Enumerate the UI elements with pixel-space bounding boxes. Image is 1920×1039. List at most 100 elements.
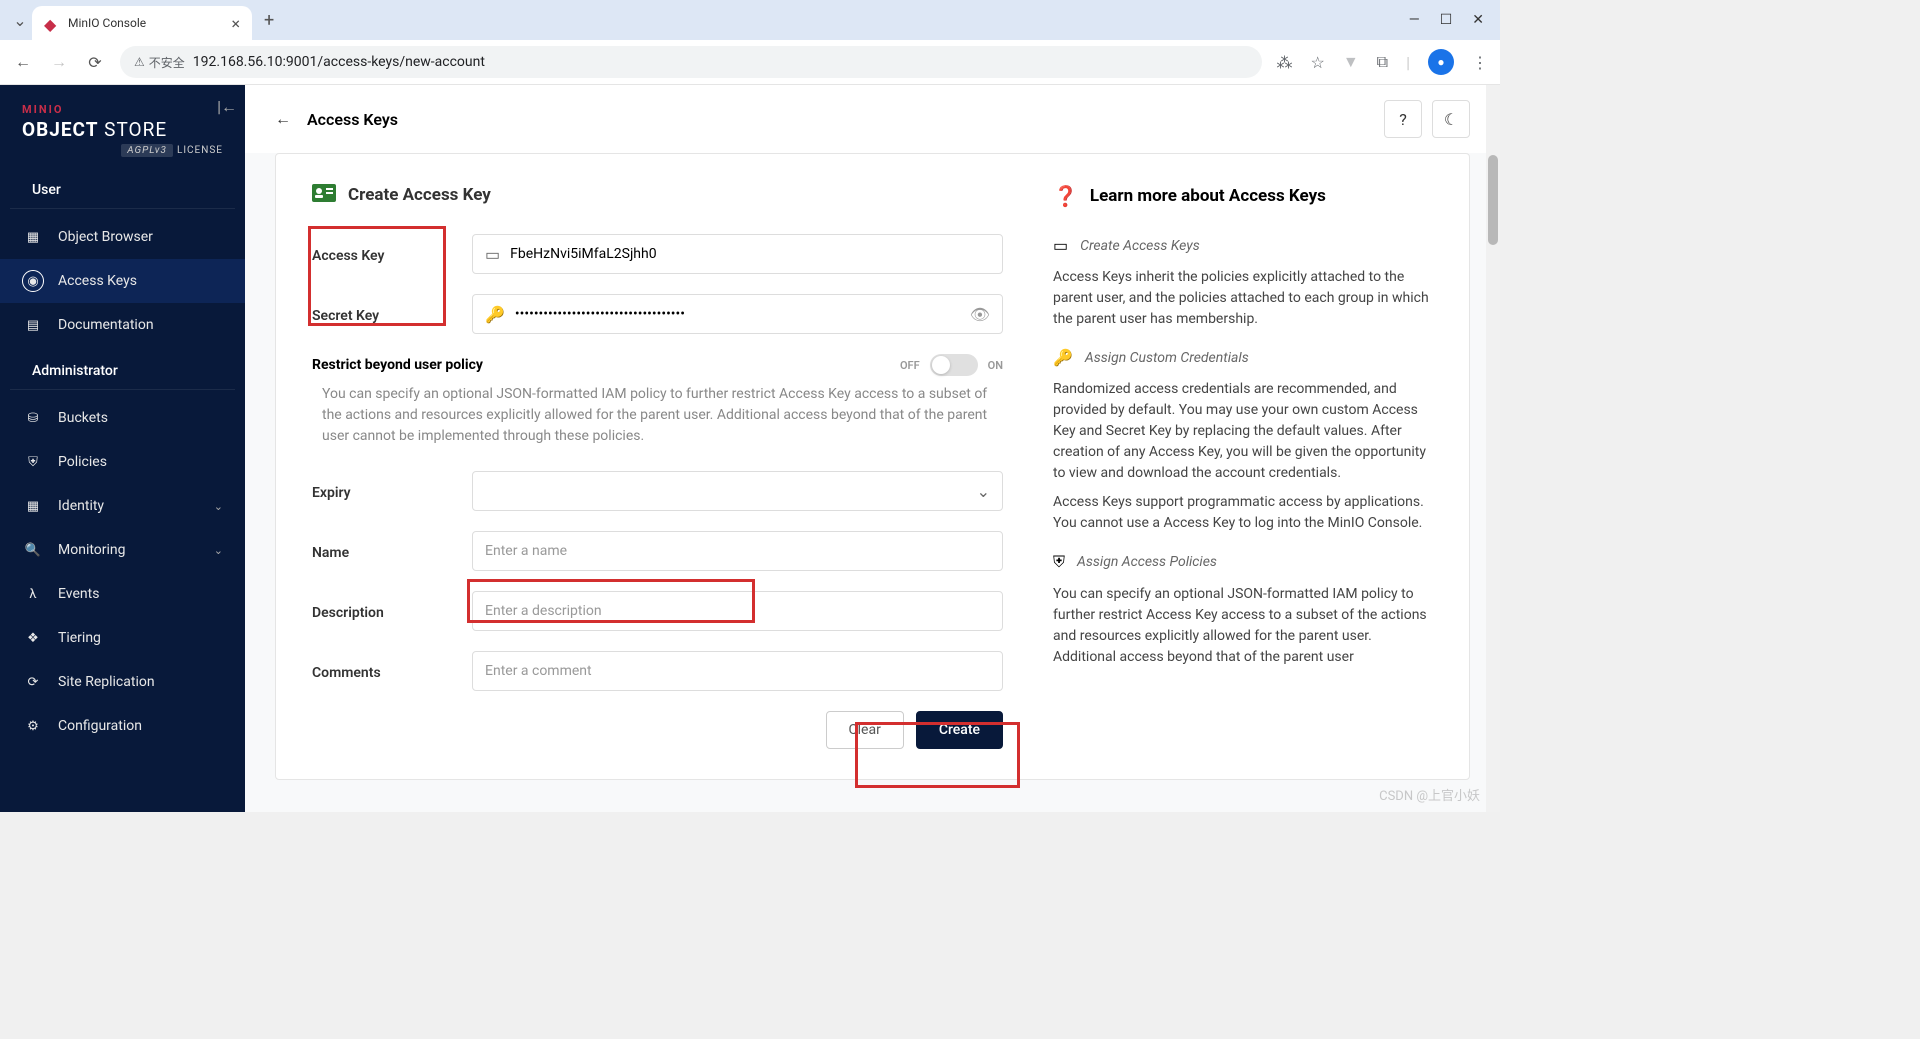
back-arrow-icon[interactable]: ← bbox=[275, 109, 291, 129]
name-label: Name bbox=[312, 545, 349, 561]
sidebar-item-policies[interactable]: ⛨ Policies bbox=[0, 440, 245, 484]
sidebar-item-monitoring[interactable]: 🔍 Monitoring ⌄ bbox=[0, 528, 245, 572]
nav-label: Policies bbox=[58, 454, 107, 470]
maximize-icon[interactable]: ☐ bbox=[1440, 12, 1453, 28]
chevron-down-icon: ⌄ bbox=[214, 500, 223, 513]
collapse-sidebar-icon[interactable]: |← bbox=[217, 97, 237, 117]
tab-list-dropdown[interactable]: ⌄ bbox=[8, 8, 32, 32]
create-button[interactable]: Create bbox=[916, 711, 1003, 749]
nav-label: Object Browser bbox=[58, 229, 153, 245]
restrict-label: Restrict beyond user policy bbox=[312, 357, 483, 373]
warning-icon: ⚠ bbox=[134, 55, 145, 69]
access-key-input[interactable]: ▭ bbox=[472, 234, 1003, 274]
nav-label: Buckets bbox=[58, 410, 108, 426]
nav-icon: ◉ bbox=[25, 273, 41, 289]
secret-key-input[interactable]: 🔑 👁 bbox=[472, 294, 1003, 334]
clear-button[interactable]: Clear bbox=[826, 711, 904, 749]
browser-address-bar: ← → ⟳ ⚠ 不安全 192.168.56.10:9001/access-ke… bbox=[0, 40, 1500, 85]
sidebar-item-events[interactable]: λEvents bbox=[0, 572, 245, 616]
access-key-field[interactable] bbox=[510, 246, 990, 262]
sidebar-item-access-keys[interactable]: ◉Access Keys bbox=[0, 259, 245, 303]
logo-brand: MINIO bbox=[22, 103, 223, 116]
key-icon: 🔑 bbox=[1053, 348, 1073, 367]
id-icon: ▭ bbox=[485, 245, 500, 264]
browser-tab[interactable]: ◆ MinIO Console × bbox=[32, 6, 252, 40]
shield-icon: ⛨ bbox=[1053, 552, 1065, 572]
info-body: Access Keys support programmatic access … bbox=[1053, 492, 1433, 534]
nav-icon: ▦ bbox=[25, 498, 41, 514]
close-window-icon[interactable]: ✕ bbox=[1472, 12, 1484, 28]
sidebar-item-tiering[interactable]: ❖Tiering bbox=[0, 616, 245, 660]
back-button[interactable]: ← bbox=[12, 51, 34, 73]
toggle-visibility-icon[interactable]: 👁 bbox=[970, 305, 990, 324]
nav-icon: ⚙ bbox=[25, 718, 41, 734]
question-circle-icon: ❓ bbox=[1053, 184, 1078, 208]
forward-button[interactable]: → bbox=[48, 51, 70, 73]
sidebar-item-identity[interactable]: ▦Identity⌄ bbox=[0, 484, 245, 528]
info-heading: Assign Custom Credentials bbox=[1085, 350, 1249, 366]
scrollbar-thumb[interactable] bbox=[1488, 155, 1498, 245]
id-card-icon bbox=[312, 184, 336, 206]
chevron-down-icon: ⌄ bbox=[977, 482, 990, 501]
dark-mode-button[interactable]: ☾ bbox=[1432, 100, 1470, 138]
bookmark-star-icon[interactable]: ☆ bbox=[1310, 53, 1324, 72]
window-controls: — ☐ ✕ bbox=[1409, 12, 1492, 28]
downloads-icon[interactable]: ▼ bbox=[1343, 52, 1359, 72]
minimize-icon[interactable]: — bbox=[1409, 12, 1420, 28]
help-button[interactable]: ? bbox=[1384, 100, 1422, 138]
info-body: Randomized access credentials are recomm… bbox=[1053, 379, 1433, 484]
comments-input[interactable] bbox=[472, 651, 1003, 691]
sidebar-item-buckets[interactable]: ⛁Buckets bbox=[0, 396, 245, 440]
sidebar-item-documentation[interactable]: ▤Documentation bbox=[0, 303, 245, 347]
extensions-icon[interactable]: ⧉ bbox=[1377, 52, 1388, 72]
info-body: Access Keys inherit the policies explici… bbox=[1053, 267, 1433, 330]
restrict-toggle[interactable] bbox=[930, 354, 978, 376]
page-title: Access Keys bbox=[307, 110, 398, 129]
nav-section-title: User bbox=[10, 166, 235, 209]
browser-tab-strip: ⌄ ◆ MinIO Console × + — ☐ ✕ bbox=[0, 0, 1500, 40]
secret-key-field[interactable] bbox=[515, 306, 960, 322]
name-input[interactable] bbox=[472, 531, 1003, 571]
comments-field[interactable] bbox=[485, 663, 990, 679]
access-key-label: Access Key bbox=[312, 248, 384, 264]
insecure-label: 不安全 bbox=[149, 54, 185, 71]
expiry-label: Expiry bbox=[312, 485, 351, 501]
restrict-help-text: You can specify an optional JSON-formatt… bbox=[312, 384, 1003, 447]
tab-close-icon[interactable]: × bbox=[231, 14, 240, 33]
scrollbar[interactable] bbox=[1486, 85, 1500, 812]
url-input[interactable]: ⚠ 不安全 192.168.56.10:9001/access-keys/new… bbox=[120, 46, 1262, 78]
nav-icon: ⛨ bbox=[25, 454, 41, 470]
description-input[interactable] bbox=[472, 591, 1003, 631]
chevron-down-icon: ⌄ bbox=[214, 544, 223, 557]
url-text: 192.168.56.10:9001/access-keys/new-accou… bbox=[193, 54, 485, 70]
logo-product: OBJECT STORE bbox=[22, 118, 223, 141]
toggle-on-label: ON bbox=[988, 359, 1003, 372]
menu-icon[interactable]: ⋮ bbox=[1472, 53, 1488, 72]
translate-icon[interactable]: ⁂ bbox=[1276, 53, 1292, 72]
nav-icon: 🔍 bbox=[25, 542, 41, 558]
logo-license: AGPLv3LICENSE bbox=[22, 145, 223, 156]
insecure-badge[interactable]: ⚠ 不安全 bbox=[134, 54, 185, 71]
expiry-select[interactable]: ⌄ bbox=[472, 471, 1003, 511]
nav-label: Documentation bbox=[58, 317, 154, 333]
info-panel-title: Learn more about Access Keys bbox=[1090, 186, 1326, 206]
nav-label: Configuration bbox=[58, 718, 142, 734]
reload-button[interactable]: ⟳ bbox=[84, 51, 106, 73]
tab-title: MinIO Console bbox=[68, 16, 223, 30]
nav-label: Tiering bbox=[58, 630, 101, 646]
profile-avatar[interactable]: ● bbox=[1428, 49, 1454, 75]
name-field[interactable] bbox=[485, 543, 990, 559]
sidebar-item-configuration[interactable]: ⚙ Configuration bbox=[0, 704, 245, 748]
sidebar-item-site-replication[interactable]: ⟳Site Replication bbox=[0, 660, 245, 704]
info-heading: Create Access Keys bbox=[1080, 238, 1200, 254]
info-body: You can specify an optional JSON-formatt… bbox=[1053, 584, 1433, 668]
info-heading: Assign Access Policies bbox=[1077, 554, 1217, 570]
card-title: Create Access Key bbox=[348, 185, 491, 205]
nav-label: Site Replication bbox=[58, 674, 155, 690]
sidebar-item-object-browser[interactable]: ▦Object Browser bbox=[0, 215, 245, 259]
toggle-off-label: OFF bbox=[900, 359, 920, 372]
description-field[interactable] bbox=[485, 603, 990, 619]
nav-label: Monitoring bbox=[58, 542, 126, 558]
new-tab-button[interactable]: + bbox=[264, 10, 274, 31]
tab-favicon: ◆ bbox=[44, 15, 60, 31]
